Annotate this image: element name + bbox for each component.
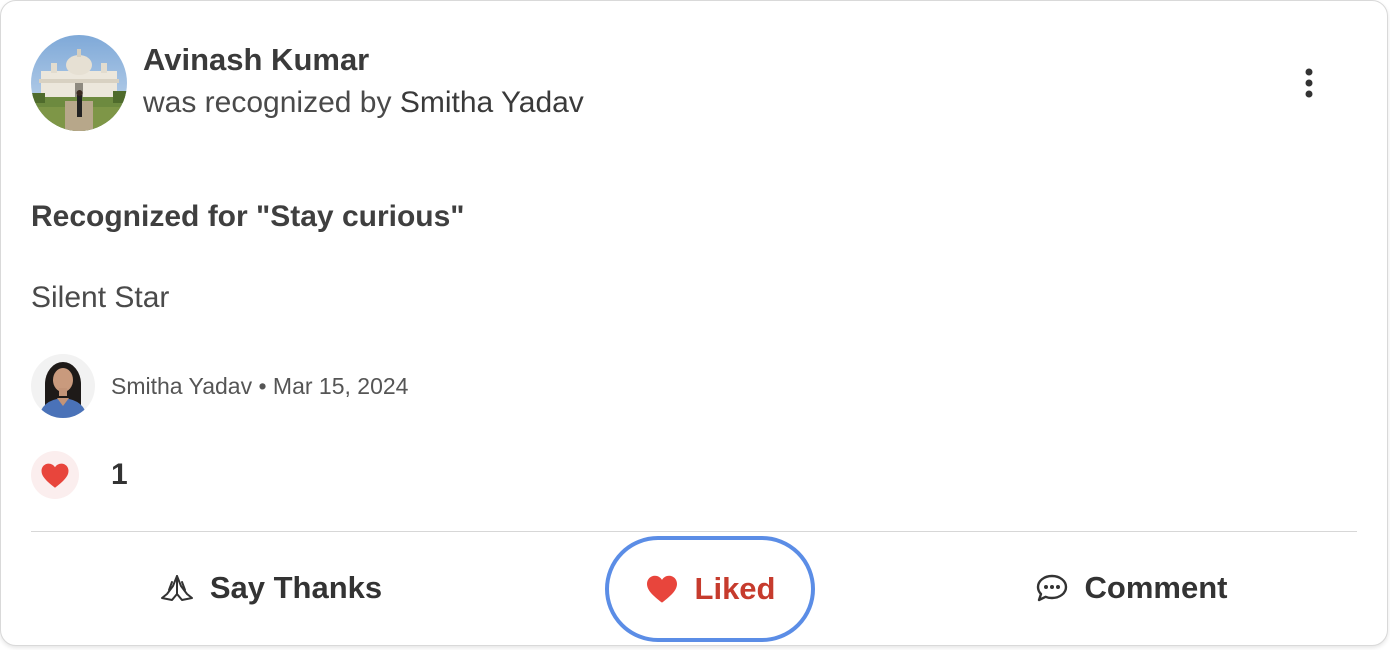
meta-separator: •: [252, 372, 273, 399]
post-header: Avinash Kumar was recognized by Smitha Y…: [31, 35, 1327, 131]
recognition-message: Silent Star: [31, 281, 170, 314]
author-name[interactable]: Smitha Yadav: [111, 373, 252, 399]
say-thanks-button[interactable]: Say Thanks: [131, 547, 411, 629]
speech-bubble-icon: [1035, 573, 1069, 603]
recipient-avatar[interactable]: [31, 35, 127, 131]
liked-button[interactable]: Liked: [605, 536, 815, 642]
more-options-button[interactable]: [1289, 63, 1329, 103]
recipient-name[interactable]: Avinash Kumar: [143, 41, 584, 79]
liked-label: Liked: [694, 571, 776, 606]
recognizer-name[interactable]: Smitha Yadav: [400, 86, 584, 119]
recognized-by-prefix: was recognized by: [143, 86, 400, 119]
author-row: Smitha Yadav • Mar 15, 2024: [31, 354, 408, 418]
post-date: Mar 15, 2024: [272, 372, 409, 399]
author-meta: Smitha Yadav • Mar 15, 2024: [111, 373, 408, 400]
heart-icon: [645, 574, 679, 604]
recognition-headline: Recognized for "Stay curious": [31, 200, 465, 233]
like-count: 1: [111, 458, 128, 491]
reactions-summary[interactable]: 1: [31, 451, 128, 499]
praying-hands-icon: [160, 574, 194, 602]
actions-divider: [31, 531, 1357, 532]
say-thanks-label: Say Thanks: [209, 570, 383, 605]
reaction-bubble: [31, 451, 79, 499]
comment-label: Comment: [1084, 570, 1228, 605]
recognized-by-line: was recognized by Smitha Yadav: [143, 79, 584, 127]
comment-button[interactable]: Comment: [1011, 547, 1251, 629]
recognition-card: Avinash Kumar was recognized by Smitha Y…: [0, 0, 1388, 646]
author-avatar[interactable]: [31, 354, 95, 418]
more-vertical-icon: [1305, 68, 1313, 98]
heart-icon: [41, 463, 69, 488]
